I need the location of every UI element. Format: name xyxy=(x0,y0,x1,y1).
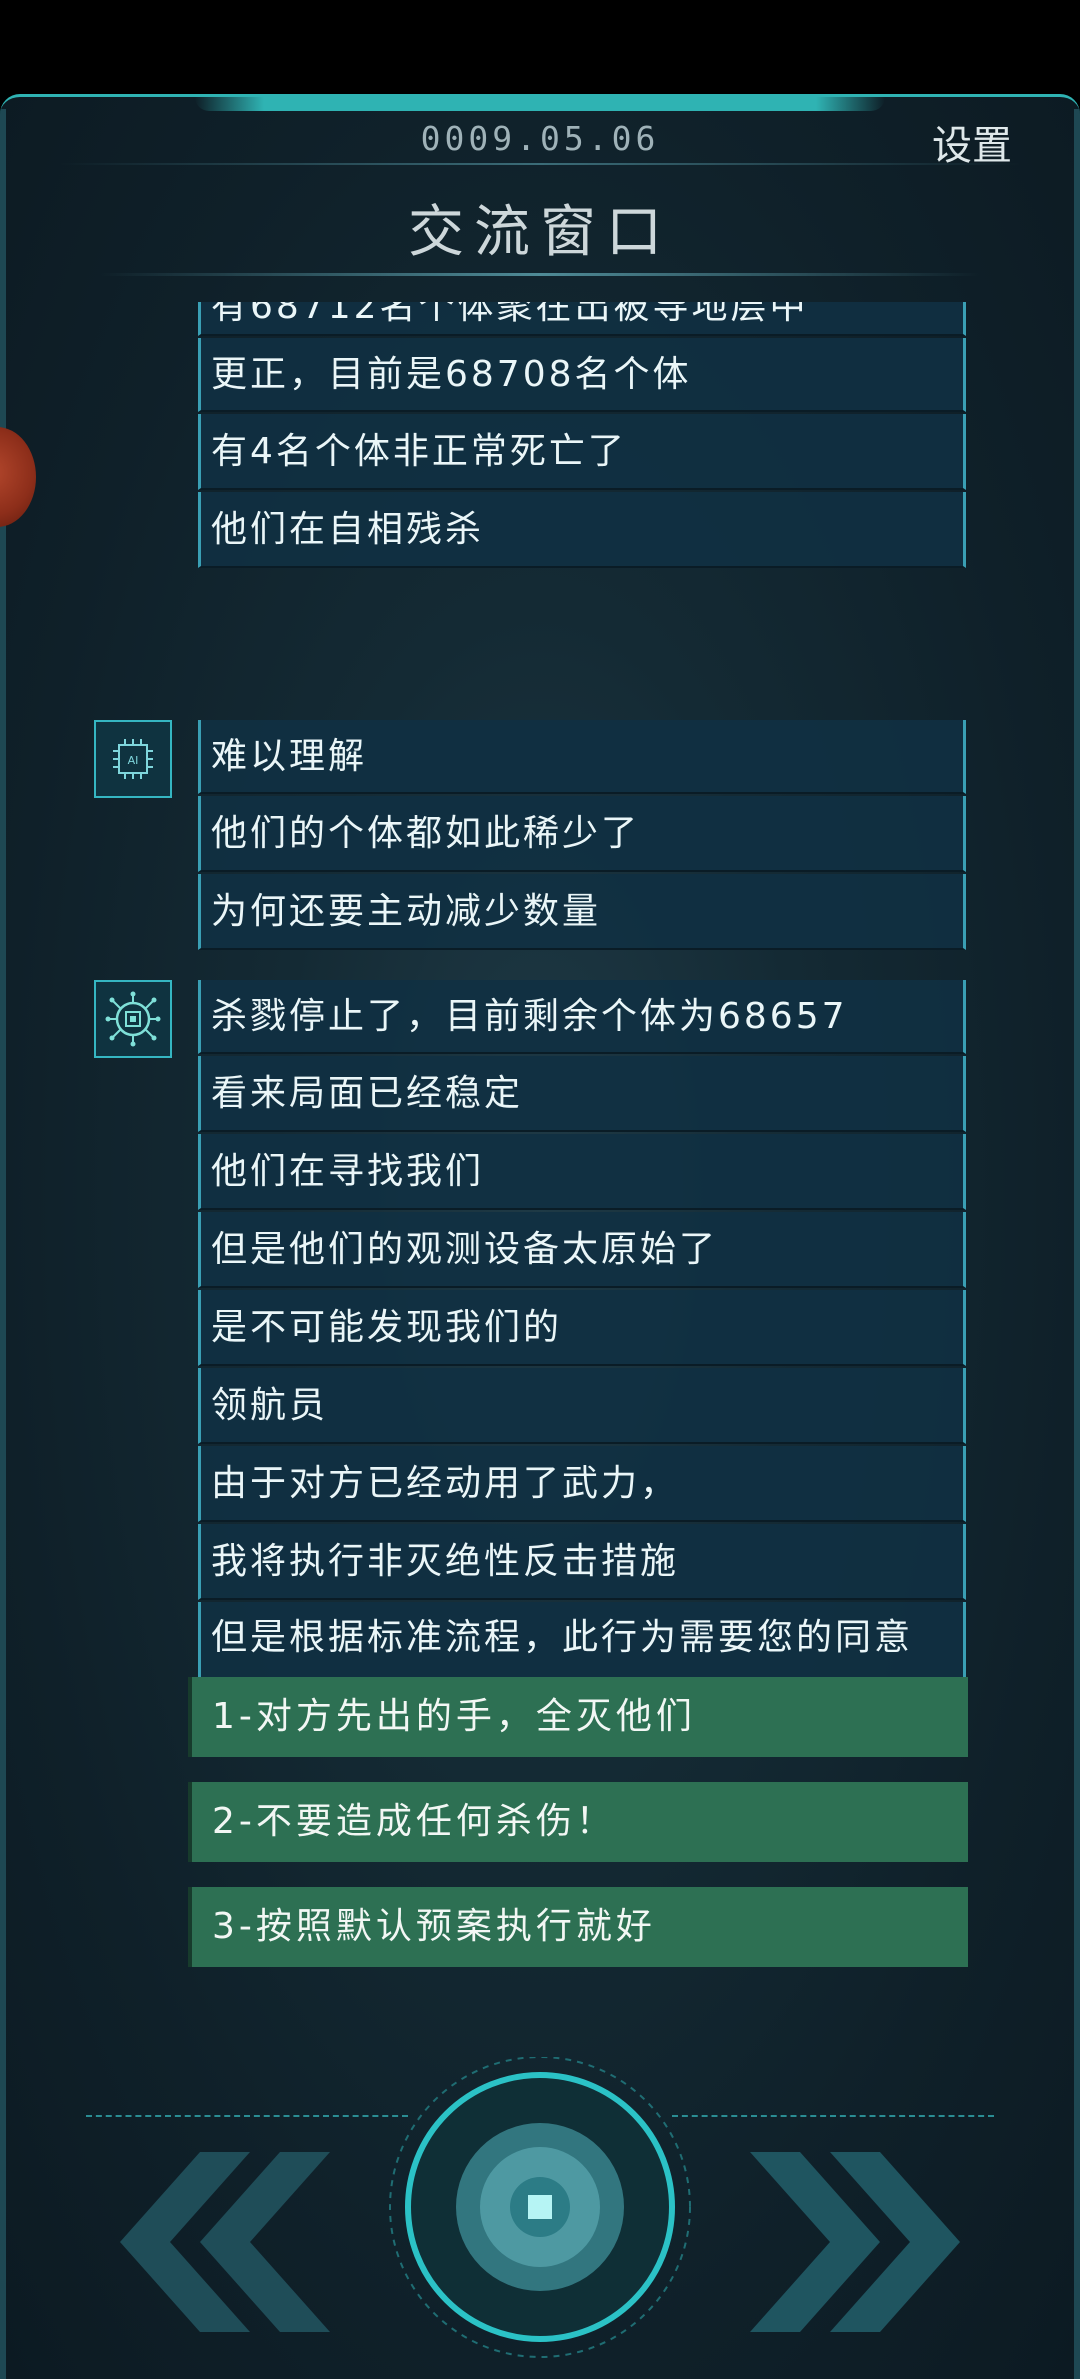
chat-message: 杀戮停止了，目前剩余个体为68657 xyxy=(198,980,966,1054)
chat-message: 由于对方已经动用了武力， xyxy=(198,1446,966,1522)
chat-message: 更正，目前是68708名个体 xyxy=(198,338,966,412)
header-divider xyxy=(60,163,1020,165)
page-title: 交流窗口 xyxy=(408,200,672,265)
chat-message: 有68712名个体聚在出被导地层中 xyxy=(198,302,966,336)
chat-message: 看来局面已经稳定 xyxy=(198,1056,966,1132)
chat-message: 有4名个体非正常死亡了 xyxy=(198,414,966,490)
next-arrow-icon[interactable] xyxy=(750,2142,990,2342)
chat-message: 领航员 xyxy=(198,1368,966,1444)
chat-log[interactable]: 有68712名个体聚在出被导地层中 更正，目前是68708名个体 有4名个体非正… xyxy=(0,302,1080,1732)
choice-option-1[interactable]: 1-对方先出的手，全灭他们 xyxy=(188,1677,968,1757)
chat-message: 他们的个体都如此稀少了 xyxy=(198,796,966,872)
chat-message: 是不可能发现我们的 xyxy=(198,1290,966,1366)
center-action-button[interactable] xyxy=(375,2057,705,2377)
bottom-divider-right xyxy=(672,2115,994,2117)
game-screen: 0009.05.06 设置 交流窗口 有68712名个体聚在出被导地层中 更正，… xyxy=(0,94,1080,2379)
date-display: 0009.05.06 xyxy=(420,119,660,158)
title-divider xyxy=(100,273,980,276)
chat-message: 他们在寻找我们 xyxy=(198,1134,966,1210)
bottom-divider-left xyxy=(86,2115,408,2117)
chat-message: 难以理解 xyxy=(198,720,966,794)
top-frame-glow xyxy=(195,97,885,111)
chat-message: 但是他们的观测设备太原始了 xyxy=(198,1212,966,1288)
circuit-brain-icon xyxy=(94,980,172,1058)
chat-message: 为何还要主动减少数量 xyxy=(198,874,966,950)
ai-chip-label: AI xyxy=(128,754,139,767)
ai-chip-icon: AI xyxy=(94,720,172,798)
choice-option-3[interactable]: 3-按照默认预案执行就好 xyxy=(188,1887,968,1967)
chat-message: 我将执行非灭绝性反击措施 xyxy=(198,1524,966,1600)
previous-arrow-icon[interactable] xyxy=(90,2142,330,2342)
choice-option-2[interactable]: 2-不要造成任何杀伤！ xyxy=(188,1782,968,1862)
chat-message: 他们在自相残杀 xyxy=(198,492,966,568)
